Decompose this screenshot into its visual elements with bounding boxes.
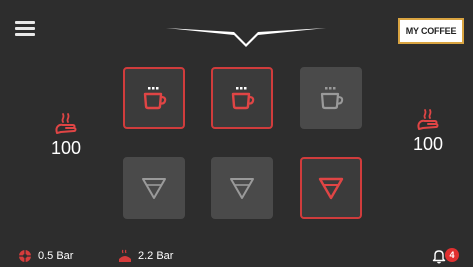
pressure-2-value: 2.2 Bar [138,250,174,262]
filter-tile-1[interactable] [123,157,185,219]
my-coffee-button[interactable]: MY COFFEE [398,18,464,44]
top-chevron-bar-icon [166,28,326,47]
right-steam-panel[interactable]: 100 [398,109,458,155]
bell-icon [432,250,446,264]
pump-icon [19,250,31,262]
steam-hand-icon [55,113,77,134]
filter-tile-2[interactable] [211,157,273,219]
cup-tile-3[interactable] [300,67,362,129]
pressure-status-2: 2.2 Bar [118,248,173,264]
right-steam-value: 100 [412,134,444,154]
hamburger-menu-icon[interactable] [15,21,35,37]
machine-screen: MY COFFEE 100 100 0.5 Bar 2.2 Bar 4 [0,0,473,267]
left-steam-value: 100 [50,138,82,158]
pressure-1-value: 0.5 Bar [38,250,74,262]
cup-tile-1[interactable] [123,67,185,129]
notification-badge: 4 [445,248,459,262]
steam-hand-icon [417,109,439,130]
filter-cone-icon [142,178,166,199]
coffee-cup-icon [143,87,167,110]
coffee-cup-icon [231,87,255,110]
filter-cone-icon [318,177,344,200]
left-steam-panel[interactable]: 100 [36,113,96,159]
steam-pressure-icon [119,249,131,262]
notifications-button[interactable]: 4 [432,248,466,264]
coffee-cup-icon [320,87,344,110]
cup-tile-2[interactable] [211,67,273,129]
filter-tile-3[interactable] [300,157,362,219]
pressure-status-1: 0.5 Bar [18,248,73,264]
filter-cone-icon [230,178,254,199]
